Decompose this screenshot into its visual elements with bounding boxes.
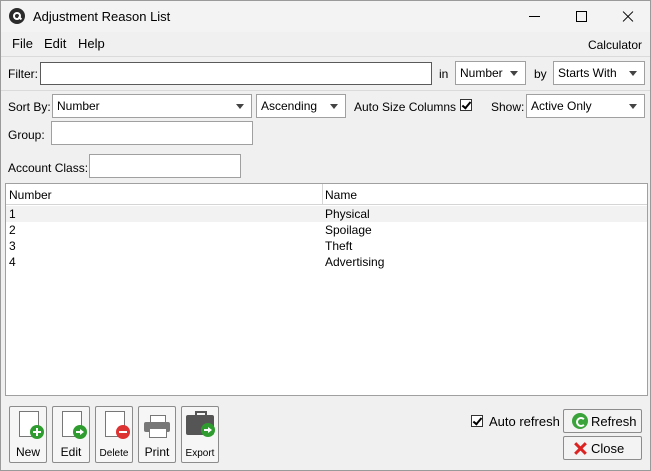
auto-refresh-label: Auto refresh [489, 414, 560, 429]
account-class-label: Account Class: [8, 161, 89, 175]
menu-bar: File Edit Help Calculator [1, 32, 650, 54]
reason-list-table[interactable]: Number Name 1 Physical 2 Spoilage 3 Thef… [5, 183, 648, 396]
account-class-input[interactable] [89, 154, 241, 178]
column-header-name[interactable]: Name [325, 188, 357, 202]
menu-file[interactable]: File [12, 36, 33, 51]
menu-edit[interactable]: Edit [44, 36, 66, 51]
refresh-icon [572, 413, 588, 429]
print-button-label: Print [144, 445, 170, 459]
delete-button-label: Delete [99, 448, 129, 459]
chevron-down-icon [629, 104, 637, 109]
group-input[interactable] [51, 121, 253, 145]
new-button[interactable]: New [9, 406, 47, 463]
close-icon [572, 440, 588, 456]
cell-number: 1 [9, 207, 16, 221]
filter-separator [1, 90, 650, 91]
sort-by-label: Sort By: [8, 100, 51, 114]
table-row[interactable]: 3 Theft [6, 238, 647, 254]
cell-number: 4 [9, 255, 16, 269]
menu-separator [1, 56, 650, 57]
table-row[interactable]: 2 Spoilage [6, 222, 647, 238]
filter-input[interactable] [40, 62, 432, 85]
printer-icon [144, 415, 170, 438]
auto-refresh-checkbox[interactable] [471, 415, 483, 427]
refresh-button-label: Refresh [591, 414, 637, 429]
cell-number: 2 [9, 223, 16, 237]
cell-name: Advertising [325, 255, 385, 269]
cell-name: Theft [325, 239, 353, 253]
close-button-label: Close [591, 441, 625, 456]
calculator-link[interactable]: Calculator [588, 38, 642, 52]
arrow-right-icon [201, 423, 215, 437]
app-logo-icon [9, 8, 25, 24]
sort-order-value: Ascending [261, 99, 318, 113]
auto-size-columns-checkbox[interactable] [460, 99, 472, 111]
sort-order-select[interactable]: Ascending [256, 94, 346, 118]
minimize-button[interactable] [512, 1, 558, 32]
filter-label: Filter: [8, 67, 38, 81]
cell-name: Physical [325, 207, 370, 221]
chevron-down-icon [236, 104, 244, 109]
cell-name: Spoilage [325, 223, 372, 237]
column-header-number[interactable]: Number [9, 188, 52, 202]
new-button-label: New [15, 445, 40, 459]
export-button-label: Export [185, 448, 215, 459]
window-close-button[interactable] [604, 1, 650, 32]
menu-edit-label: Edit [44, 36, 67, 51]
close-button[interactable]: Close [563, 436, 642, 460]
filter-mode-select[interactable]: Starts With [553, 61, 645, 85]
filter-field-select[interactable]: Number [455, 61, 526, 85]
show-label: Show: [491, 100, 525, 114]
filter-mode-value: Starts With [558, 66, 617, 80]
minus-icon [116, 425, 130, 439]
print-button[interactable]: Print [138, 406, 176, 463]
chevron-down-icon [330, 104, 338, 109]
plus-icon [30, 425, 44, 439]
auto-size-columns-label: Auto Size Columns [354, 100, 457, 114]
filter-field-value: Number [460, 66, 503, 80]
show-filter-value: Active Only [531, 99, 592, 113]
sort-field-value: Number [57, 99, 100, 113]
menu-help-label: Help [78, 36, 105, 51]
table-row[interactable]: 4 Advertising [6, 254, 647, 270]
show-filter-select[interactable]: Active Only [526, 94, 645, 118]
table-row[interactable]: 1 Physical [6, 206, 647, 222]
filter-by-label: by [534, 67, 547, 81]
table-header: Number Name [6, 184, 647, 205]
menu-help[interactable]: Help [78, 36, 105, 51]
column-divider[interactable] [322, 184, 323, 204]
filter-in-label: in [439, 67, 449, 81]
export-button[interactable]: Export [181, 406, 219, 463]
cell-number: 3 [9, 239, 16, 253]
sort-field-select[interactable]: Number [52, 94, 252, 118]
arrow-right-icon [73, 425, 87, 439]
edit-button-label: Edit [60, 445, 82, 459]
window-title: Adjustment Reason List [33, 9, 171, 24]
refresh-button[interactable]: Refresh [563, 409, 642, 433]
chevron-down-icon [629, 71, 637, 76]
maximize-button[interactable] [558, 1, 604, 32]
menu-file-label: File [12, 36, 33, 51]
adjustment-reason-window: Adjustment Reason List File Edit Help Ca… [0, 0, 651, 471]
chevron-down-icon [510, 71, 518, 76]
group-label: Group: [8, 128, 45, 142]
edit-button[interactable]: Edit [52, 406, 90, 463]
title-bar: Adjustment Reason List [1, 1, 650, 32]
delete-button[interactable]: Delete [95, 406, 133, 463]
